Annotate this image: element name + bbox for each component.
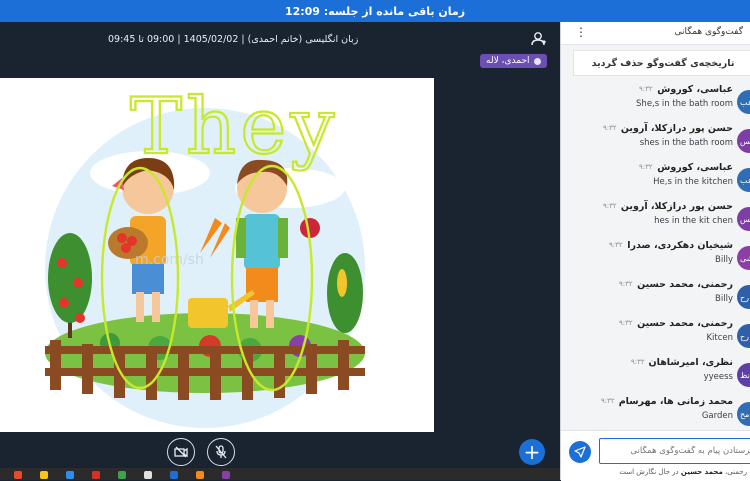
chat-header: ⋮ گفت‌وگوی همگانی (561, 22, 750, 45)
session-timer-text: زمان باقی مانده از جلسه: 12:09 (284, 4, 466, 18)
session-info: زبان انگلیسی (خانم احمدی) | 1405/02/02 |… (108, 34, 359, 45)
chat-message: رح رحمنی، محمد حسین Kitcen ۹:۳۲ (561, 318, 750, 354)
taskbar-app-icon[interactable] (66, 471, 74, 479)
taskbar-app-icon[interactable] (118, 471, 126, 479)
message-time: ۹:۳۲ (639, 85, 653, 93)
chat-input-area: رحمنی، محمد حسین در حال نگارش است (561, 430, 750, 481)
message-time: ۹:۳۲ (631, 358, 645, 366)
presentation-slide[interactable]: m.com/sh They (0, 78, 434, 432)
session-timer-bar: زمان باقی مانده از جلسه: 12:09 (0, 0, 750, 22)
os-taskbar (0, 468, 560, 480)
message-time: ۹:۳۲ (619, 280, 633, 288)
chat-message: حس حسن پور درازکلا، آروین hes in the kit c… (561, 201, 750, 237)
presenter-mic-icon (533, 57, 541, 65)
message-text: Kitcen (706, 333, 733, 343)
user-avatar: حس (737, 207, 750, 231)
chat-message: عب عباسی، کوروش He,s in the kitchen۹:۳۲ (561, 162, 750, 198)
user-settings-icon[interactable] (530, 30, 548, 48)
corn-plant (327, 253, 363, 333)
camera-toggle-button[interactable] (167, 438, 195, 466)
send-icon (574, 446, 586, 458)
typing-prefix: رحمنی، (725, 468, 747, 476)
typing-indicator: رحمنی، محمد حسین در حال نگارش است (619, 468, 747, 476)
message-text: Billy (715, 255, 733, 265)
slide-watermark: m.com/sh (135, 252, 204, 268)
actions-plus-button[interactable]: + (519, 439, 545, 465)
message-text: yyeess (703, 372, 733, 382)
taskbar-app-icon[interactable] (92, 471, 100, 479)
message-sender: شیخیان دهکردی، صدرا (627, 240, 733, 251)
message-time: ۹:۳۲ (609, 241, 623, 249)
chat-message: نظ نظری، امیرشاهان yyeess ۹:۳۲ (561, 357, 750, 393)
presenter-tag: احمدی، لاله (480, 54, 547, 68)
user-avatar: رح (737, 285, 750, 309)
taskbar-app-icon[interactable] (222, 471, 230, 479)
public-chat-panel: ⋮ گفت‌وگوی همگانی تاریخچه‌ی گفت‌وگو حذف … (560, 22, 750, 481)
kebab-menu-icon[interactable]: ⋮ (575, 25, 587, 39)
taskbar-app-icon[interactable] (196, 471, 204, 479)
taskbar-app-icon[interactable] (14, 471, 22, 479)
user-avatar: حس (737, 129, 750, 153)
message-sender: حسن پور درازکلا، آروین (620, 201, 733, 212)
chat-message: مح محمد زمانی ها، مهرسام Garden ۹:۳۲ (561, 396, 750, 432)
message-sender: محمد زمانی ها، مهرسام (618, 396, 733, 407)
message-time: ۹:۳۲ (603, 202, 617, 210)
typing-suffix: در حال نگارش است (619, 468, 679, 476)
slide-illustration: m.com/sh They (45, 81, 365, 428)
user-avatar: شی (737, 246, 750, 270)
message-text: hes in the kit chen (654, 216, 733, 226)
mic-toggle-button[interactable] (207, 438, 235, 466)
message-sender: رحمنی، محمد حسین (637, 318, 733, 329)
presenter-name: احمدی، لاله (486, 56, 530, 66)
message-text: He,s in the kitchen (653, 177, 733, 187)
message-sender: عباسی، کوروش (657, 162, 733, 173)
presentation-area: زبان انگلیسی (خانم احمدی) | 1405/02/02 |… (0, 22, 560, 468)
chat-cleared-notice: تاریخچه‌ی گفت‌وگو حذف گردید (573, 50, 750, 76)
camera-off-icon (174, 446, 188, 458)
chat-message: رح رحمنی، محمد حسین Billy ۹:۳۲ (561, 279, 750, 315)
message-sender: نظری، امیرشاهان (648, 357, 733, 368)
message-sender: حسن پور درازکلا، آروین (620, 123, 733, 134)
mic-off-icon (215, 445, 227, 459)
taskbar-app-icon[interactable] (40, 471, 48, 479)
message-sender: عباسی، کوروش (657, 84, 733, 95)
taskbar-app-icon[interactable] (170, 471, 178, 479)
plus-icon: + (523, 440, 541, 464)
message-time: ۹:۳۲ (639, 163, 653, 171)
send-button[interactable] (569, 441, 591, 463)
chat-message: حس حسن پور درازکلا، آروین shes in the bath… (561, 123, 750, 159)
message-text: Billy (715, 294, 733, 304)
message-text: Garden (701, 411, 733, 421)
message-sender: رحمنی، محمد حسین (637, 279, 733, 290)
message-time: ۹:۳۲ (619, 319, 633, 327)
typing-user-name: محمد حسین (680, 468, 723, 476)
message-text: She,s in the bath room (636, 99, 733, 109)
user-avatar: مح (737, 402, 750, 426)
chat-message: شی شیخیان دهکردی، صدرا Billy ۹:۳۲ (561, 240, 750, 276)
chat-title: گفت‌وگوی همگانی (674, 27, 743, 37)
handwritten-annotation: They (130, 82, 339, 172)
user-avatar: نظ (737, 363, 750, 387)
chat-message: عب عباسی، کوروش She,s in the bath room ۹:۳۲ (561, 84, 750, 120)
chat-message-input[interactable] (599, 438, 750, 464)
user-avatar: رح (737, 324, 750, 348)
message-time: ۹:۳۲ (601, 397, 615, 405)
message-time: ۹:۳۲ (603, 124, 617, 132)
user-avatar: عب (737, 168, 750, 192)
message-text: shes in the bath room (639, 138, 733, 148)
user-avatar: عب (737, 90, 750, 114)
taskbar-app-icon[interactable] (144, 471, 152, 479)
